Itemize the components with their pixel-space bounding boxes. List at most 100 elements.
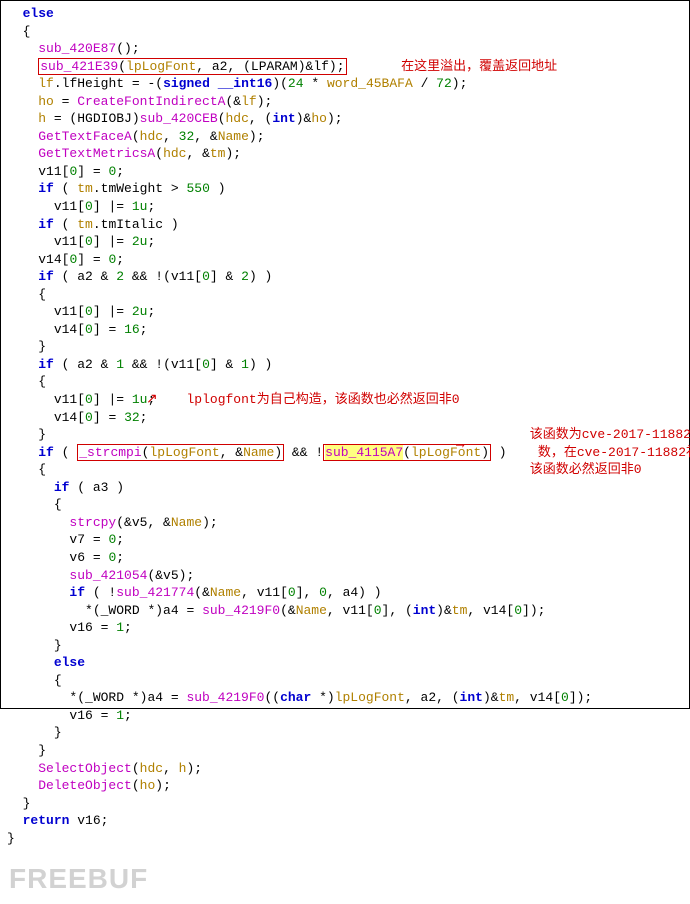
type: HGDIOBJ [77,111,132,126]
brace: { [54,497,62,512]
kw: __int16 [218,76,273,91]
watermark: FREEBUF [9,860,148,898]
var: ho [38,94,54,109]
kw: else [54,655,85,670]
arg: Name [243,445,274,460]
fn: CreateFontIndirectA [77,94,225,109]
arg: v14 [530,690,553,705]
kw: char [280,690,311,705]
num: 72 [436,76,452,91]
num: 0 [108,252,116,267]
idx: 0 [202,269,210,284]
var: word_45BAFA [327,76,413,91]
var: a4 [147,690,163,705]
brace: } [23,796,31,811]
kw: int [413,603,436,618]
highlight-box-1: sub_421E39(lpLogFont, a2, (LPARAM)&lf); [38,58,346,75]
fn-sub420E87: sub_420E87 [38,41,116,56]
kw: if [38,269,54,284]
var: v6 [69,550,85,565]
kw: if [54,480,70,495]
var: v11 [54,234,77,249]
arg: Name [210,585,241,600]
num: 32 [179,129,195,144]
brace: } [38,339,46,354]
brace: { [38,462,46,477]
kw: int [460,690,483,705]
idx: 0 [85,304,93,319]
member: tmItalic [101,217,163,232]
highlight-box-3: sub_4115A7(lpLogFont) [323,444,491,461]
var: tm [77,181,93,196]
num: 1 [116,708,124,723]
var: v14 [38,252,61,267]
kw-else: else [23,6,54,21]
annotation-2: lplogfont为自己构造，该函数也必然返回非0 [186,392,459,407]
var: h [38,111,46,126]
arg: hdc [140,761,163,776]
brace: } [38,427,46,442]
var: v7 [69,532,85,547]
num: 1 [116,357,124,372]
var: v14 [54,410,77,425]
brace: { [23,24,31,39]
num: 1u [132,392,148,407]
type: _WORD [101,603,140,618]
num: 1u [132,199,148,214]
var: v11 [54,304,77,319]
brace: } [38,743,46,758]
idx: 0 [85,322,93,337]
var: v16 [69,620,92,635]
kw: return [23,813,70,828]
arg: lpLogFont [411,445,481,460]
kw: int [272,111,295,126]
idx: 0 [85,410,93,425]
var: v14 [54,322,77,337]
idx: 0 [288,585,296,600]
num: 2 [241,269,249,284]
num: 2u [132,234,148,249]
idx: 0 [514,603,522,618]
fn: SelectObject [38,761,132,776]
kw: if [38,357,54,372]
var: v11 [171,357,194,372]
arg: v11 [257,585,280,600]
arg: hdc [163,146,186,161]
arg: LPARAM [251,59,298,74]
fn: sub_421774 [116,585,194,600]
fn: _strcmpi [79,445,141,460]
num: 2 [116,269,124,284]
highlight-box-2: _strcmpi(lpLogFont, &Name) [77,444,284,461]
var: v11 [54,199,77,214]
annotation-1: 在这里溢出，覆盖返回地址 [401,59,557,74]
num: 550 [186,181,209,196]
var: a3 [93,480,109,495]
idx: 0 [202,357,210,372]
num: 32 [124,410,140,425]
idx: 0 [561,690,569,705]
idx: 0 [85,234,93,249]
arg: ho [311,111,327,126]
var: v11 [171,269,194,284]
var: lf [38,76,54,91]
arg: Name [171,515,202,530]
var: v11 [54,392,77,407]
member: tmWeight [101,181,163,196]
arg: v5 [163,568,179,583]
num: 0 [319,585,327,600]
num: 0 [108,532,116,547]
arg: a4 [343,585,359,600]
var: v16 [69,708,92,723]
idx: 0 [69,164,77,179]
arg: a2 [212,59,228,74]
kw: if [38,445,54,460]
var: a2 [77,357,93,372]
arg: tm [452,603,468,618]
arg: Name [218,129,249,144]
code-block: else { sub_420E87(); sub_421E39(lpLogFon… [1,1,689,904]
arg: lf [241,94,257,109]
brace: { [54,673,62,688]
type: _WORD [85,690,124,705]
num: 1 [116,620,124,635]
num: 1 [241,357,249,372]
